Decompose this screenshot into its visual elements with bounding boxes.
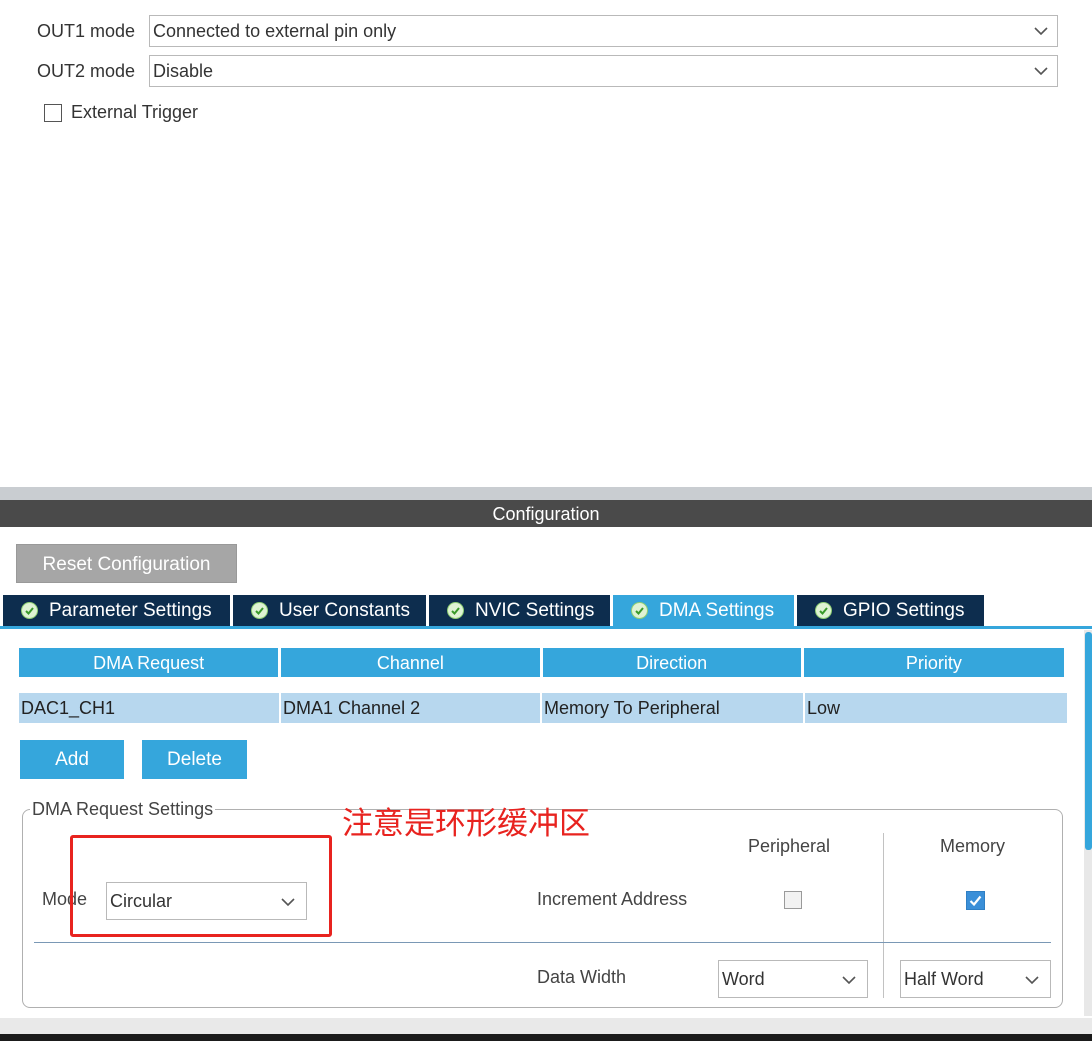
dma-request-settings-legend: DMA Request Settings xyxy=(30,799,216,820)
tab-label: NVIC Settings xyxy=(475,599,595,621)
cell-direction[interactable]: Memory To Peripheral xyxy=(542,693,805,723)
out2-mode-value: Disable xyxy=(153,61,214,81)
bottom-scroll-area xyxy=(0,1018,1092,1034)
tab-label: Parameter Settings xyxy=(49,599,212,621)
external-trigger-label: External Trigger xyxy=(71,102,199,122)
tab-gpio-settings[interactable]: GPIO Settings xyxy=(797,595,984,626)
check-icon xyxy=(969,895,982,907)
check-circle-icon xyxy=(815,602,832,619)
vertical-scrollbar[interactable] xyxy=(1084,630,1092,1016)
check-circle-icon xyxy=(447,602,464,619)
out2-mode-select[interactable]: Disable xyxy=(149,55,1058,87)
peripheral-increment-checkbox[interactable] xyxy=(784,891,802,909)
check-circle-icon xyxy=(251,602,268,619)
column-header-priority[interactable]: Priority xyxy=(803,648,1064,677)
peripheral-column-header: Peripheral xyxy=(748,836,831,856)
row-divider xyxy=(34,942,1051,943)
check-circle-icon xyxy=(631,602,648,619)
tab-label: DMA Settings xyxy=(659,599,775,621)
memory-column-header: Memory xyxy=(940,836,1006,856)
peripheral-data-width-select[interactable]: Word xyxy=(718,960,868,998)
memory-data-width-select[interactable]: Half Word xyxy=(900,960,1051,998)
check-circle-icon xyxy=(21,602,38,619)
peripheral-data-width-value: Word xyxy=(722,969,765,989)
cell-priority[interactable]: Low xyxy=(805,693,1067,723)
column-header-channel[interactable]: Channel xyxy=(281,648,540,677)
memory-data-width-value: Half Word xyxy=(904,969,984,989)
out1-mode-row: OUT1 mode Connected to external pin only xyxy=(37,15,1058,47)
table-row[interactable]: DAC1_CH1 DMA1 Channel 2 Memory To Periph… xyxy=(19,693,1067,723)
data-width-label: Data Width xyxy=(537,967,627,987)
panel-splitter[interactable] xyxy=(0,487,1092,500)
chevron-down-icon xyxy=(1034,67,1048,76)
window-bottom-edge xyxy=(0,1034,1092,1041)
increment-address-label: Increment Address xyxy=(537,889,688,909)
column-header-direction[interactable]: Direction xyxy=(542,648,801,677)
configuration-header: Configuration xyxy=(0,500,1092,527)
chevron-down-icon xyxy=(842,976,856,985)
cell-channel[interactable]: DMA1 Channel 2 xyxy=(281,693,542,723)
annotation-text: 注意是环形缓冲区 xyxy=(342,806,590,842)
add-button[interactable]: Add xyxy=(20,740,124,779)
dma-request-table: DMA Request Channel Direction Priority D… xyxy=(19,648,1067,723)
out1-mode-value: Connected to external pin only xyxy=(153,21,397,41)
delete-button[interactable]: Delete xyxy=(142,740,247,779)
tab-label: GPIO Settings xyxy=(843,599,965,621)
tab-dma-settings[interactable]: DMA Settings xyxy=(613,595,794,626)
tab-nvic-settings[interactable]: NVIC Settings xyxy=(429,595,610,626)
reset-configuration-button[interactable]: Reset Configuration xyxy=(16,544,237,583)
out2-mode-label: OUT2 mode xyxy=(37,60,136,81)
out2-mode-row: OUT2 mode Disable xyxy=(37,55,1058,87)
scrollbar-thumb[interactable] xyxy=(1085,632,1092,850)
tab-parameter-settings[interactable]: Parameter Settings xyxy=(3,595,230,626)
external-trigger-option[interactable]: External Trigger xyxy=(44,102,198,123)
annotation-highlight-box xyxy=(70,835,332,937)
tab-label: User Constants xyxy=(279,599,410,621)
column-divider xyxy=(883,833,884,998)
external-trigger-checkbox[interactable] xyxy=(44,103,62,122)
chevron-down-icon xyxy=(1025,976,1039,985)
table-header: DMA Request Channel Direction Priority xyxy=(19,648,1067,677)
memory-increment-checkbox[interactable] xyxy=(966,891,985,910)
config-tabs: Parameter Settings User Constants NVIC S… xyxy=(3,595,987,626)
cell-dma-request[interactable]: DAC1_CH1 xyxy=(19,693,281,723)
tab-user-constants[interactable]: User Constants xyxy=(233,595,426,626)
chevron-down-icon xyxy=(1034,27,1048,36)
column-header-dma-request[interactable]: DMA Request xyxy=(19,648,279,677)
out1-mode-select[interactable]: Connected to external pin only xyxy=(149,15,1058,47)
out1-mode-label: OUT1 mode xyxy=(37,20,136,41)
